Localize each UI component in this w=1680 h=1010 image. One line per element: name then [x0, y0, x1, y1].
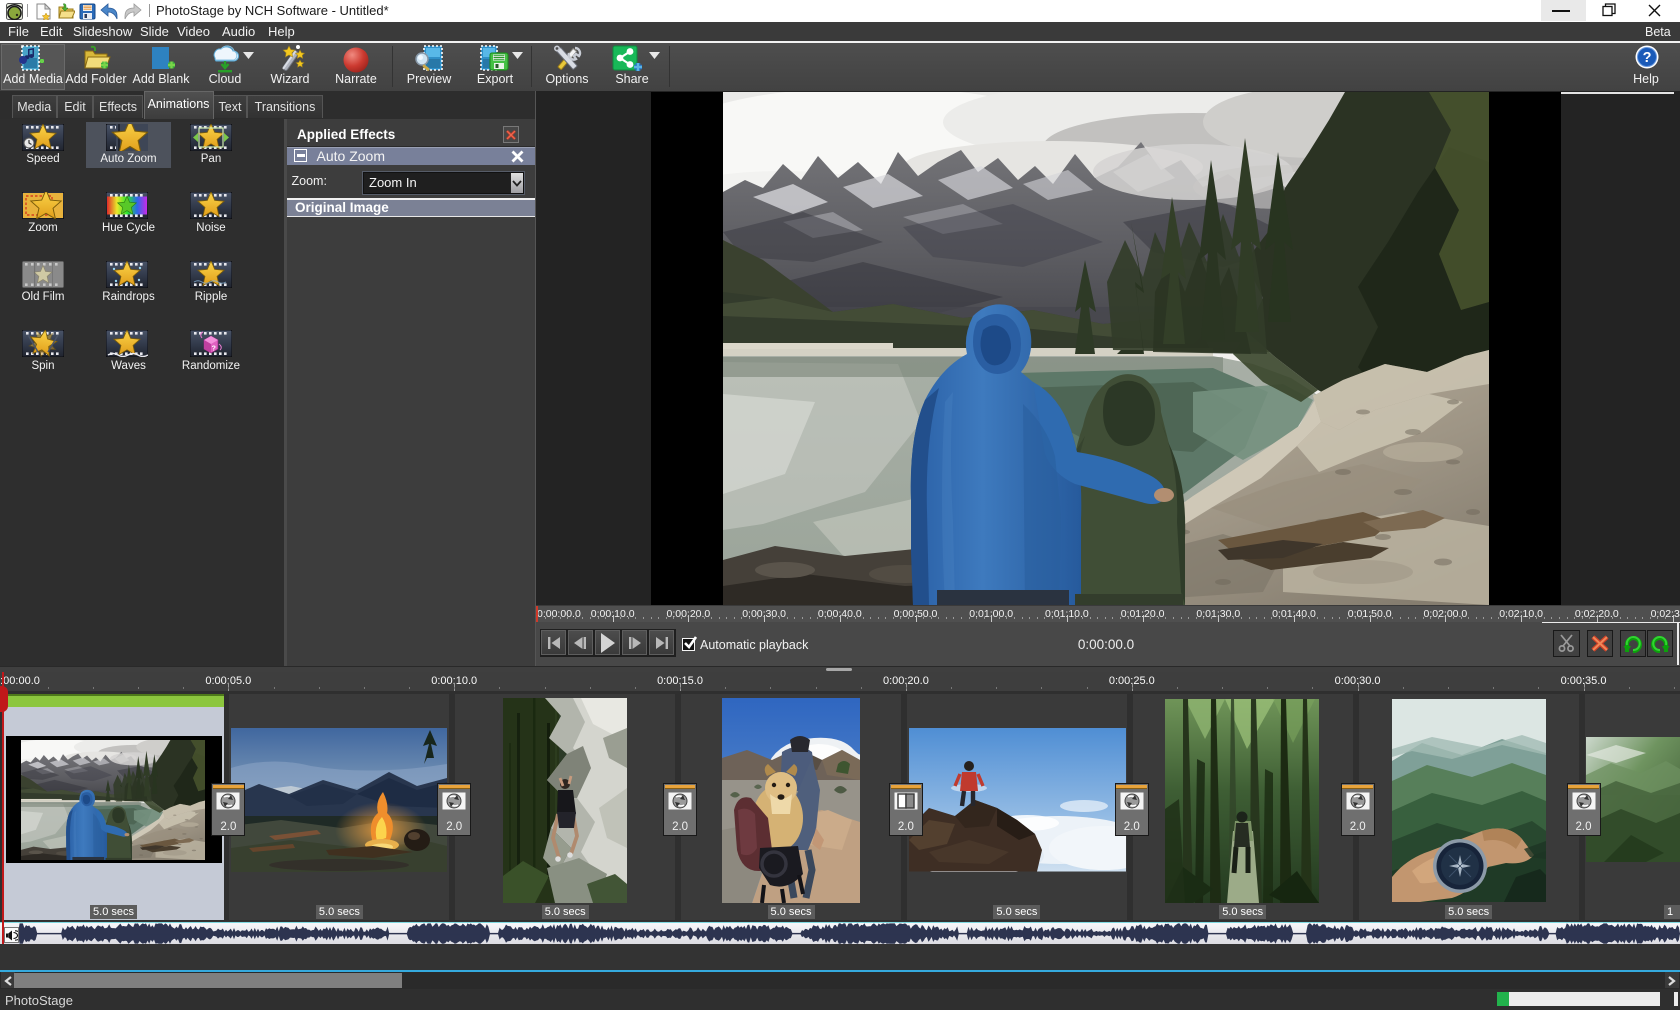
svg-text:?: ?	[1643, 50, 1652, 66]
svg-text:?: ?	[212, 346, 216, 353]
